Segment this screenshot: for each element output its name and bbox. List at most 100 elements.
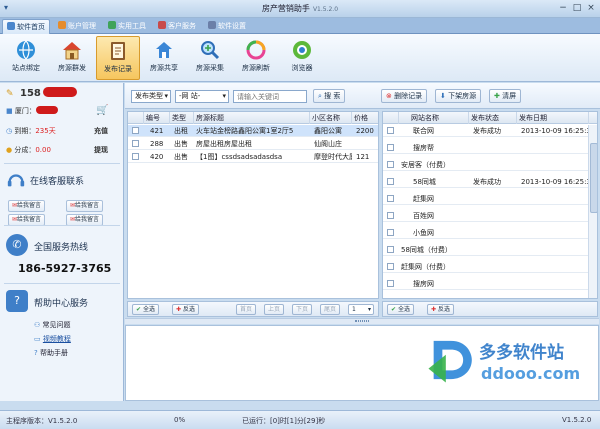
- button-label: 清屏: [502, 92, 517, 100]
- select-all-button[interactable]: ✔ 全选: [132, 304, 159, 315]
- table-row[interactable]: 百姓网: [383, 210, 589, 222]
- leave-message-button-1[interactable]: ✉给我留言: [8, 200, 46, 212]
- button-label: 给我留言: [17, 216, 42, 223]
- search-button[interactable]: ⌕ 搜 索: [313, 89, 346, 103]
- table-row[interactable]: 赶集网（付费）: [383, 261, 589, 273]
- header-checkbox[interactable]: [383, 112, 399, 124]
- store-redaction: [35, 106, 58, 114]
- column-publish-date[interactable]: 发布日期: [517, 112, 589, 124]
- help-manual-link[interactable]: ? 帮助手册: [34, 348, 68, 358]
- tree-icon: ⚇: [34, 321, 41, 329]
- site-watermark: 多多软件站 ddooo.com: [425, 328, 595, 396]
- row-checkbox[interactable]: [132, 153, 139, 160]
- last-page-button[interactable]: 尾页: [320, 304, 341, 315]
- column-site-name[interactable]: 网站名称: [399, 112, 469, 124]
- tab-settings[interactable]: 软件设置: [204, 19, 250, 34]
- tab-tools[interactable]: 实用工具: [104, 19, 150, 34]
- row-checkbox[interactable]: [387, 280, 394, 287]
- keyword-input[interactable]: [233, 90, 307, 103]
- table-row[interactable]: 安居客（付费）: [383, 159, 589, 171]
- next-page-button[interactable]: 下页: [292, 304, 313, 315]
- row-checkbox[interactable]: [132, 127, 139, 134]
- clear-screen-button[interactable]: ✚ 清屏: [489, 89, 522, 103]
- prev-page-button[interactable]: 上页: [264, 304, 285, 315]
- sites-select-all-button[interactable]: ✔ 全选: [387, 304, 414, 315]
- table-row[interactable]: 搜房帮: [383, 142, 589, 154]
- row-checkbox[interactable]: [132, 140, 139, 147]
- table-row[interactable]: 288 出售 房屋出租房屋出租 仙阁山庄: [128, 138, 378, 150]
- house-share-button[interactable]: 房源共享: [142, 36, 186, 80]
- table-row[interactable]: 赶集网: [383, 193, 589, 205]
- table-header: 编号 类型 房源标题 小区名称 价格: [128, 112, 378, 124]
- column-id[interactable]: 编号: [144, 112, 170, 124]
- withdraw-link[interactable]: 提现: [94, 145, 108, 155]
- row-checkbox[interactable]: [387, 161, 394, 168]
- leave-message-button-2[interactable]: ✉给我留言: [66, 200, 104, 212]
- row-checkbox[interactable]: [387, 229, 394, 236]
- row-checkbox[interactable]: [387, 195, 394, 202]
- row-checkbox[interactable]: [387, 263, 394, 270]
- table-row[interactable]: 58同城 发布成功 2013-10-09 16:25:3: [383, 176, 589, 188]
- browser-icon: [293, 41, 311, 59]
- column-title[interactable]: 房源标题: [194, 112, 310, 124]
- close-button[interactable]: ×: [584, 2, 598, 15]
- maximize-button[interactable]: □: [570, 2, 584, 15]
- column-price[interactable]: 价格: [352, 112, 378, 124]
- progress-percent: 0%: [174, 416, 186, 424]
- publish-record-button[interactable]: 发布记录: [96, 36, 140, 80]
- minimize-button[interactable]: −: [556, 2, 570, 15]
- vertical-scrollbar[interactable]: [588, 125, 597, 298]
- house-broadcast-icon: [63, 42, 81, 60]
- row-checkbox[interactable]: [387, 144, 394, 151]
- row-checkbox[interactable]: [387, 212, 394, 219]
- sites-invert-select-button[interactable]: ✚ 反选: [427, 304, 454, 315]
- house-refresh-button[interactable]: 房源刷新: [234, 36, 278, 80]
- house-collect-button[interactable]: 房源采集: [188, 36, 232, 80]
- site-name: 搜房网: [413, 280, 434, 288]
- row-checkbox[interactable]: [387, 246, 394, 253]
- delete-record-button[interactable]: ⊗ 删除记录: [381, 89, 428, 103]
- browser-button[interactable]: 浏览器: [280, 36, 324, 80]
- house-refresh-icon: [246, 40, 266, 60]
- site-bind-button[interactable]: 站点绑定: [4, 36, 48, 80]
- table-row[interactable]: 58同城（付费）: [383, 244, 589, 256]
- publish-status: 发布成功: [473, 127, 501, 135]
- column-community[interactable]: 小区名称: [310, 112, 352, 124]
- table-row[interactable]: 联合网 发布成功 2013-10-09 16:25:3: [383, 125, 589, 137]
- publish-type-select[interactable]: 发布类型 ▾: [131, 90, 171, 103]
- site-name: 搜房帮: [413, 144, 434, 152]
- site-name: 小鱼网: [413, 229, 434, 237]
- service-section: 在线客服联系 ✉给我留言 ✉给我留言 ✉给我留言 ✉给我留言: [4, 163, 120, 226]
- first-page-button[interactable]: 首页: [236, 304, 257, 315]
- invert-select-button[interactable]: ✚ 反选: [172, 304, 199, 315]
- tab-service[interactable]: 客户服务: [154, 19, 200, 34]
- publish-date: [519, 142, 589, 154]
- phone-redaction: [42, 87, 77, 97]
- panel-splitter[interactable]: [125, 318, 599, 324]
- scrollbar-thumb[interactable]: [590, 143, 597, 213]
- table-row[interactable]: 420 出售 【1图】cssdsadsadasdsa 摩登时代大厦 121: [128, 151, 378, 163]
- house-broadcast-button[interactable]: 房源群发: [50, 36, 94, 80]
- publish-status: [471, 244, 517, 256]
- faq-link[interactable]: ⚇ 常见问题: [34, 320, 71, 330]
- clear-icon: ✚: [494, 92, 500, 100]
- row-checkbox[interactable]: [387, 178, 394, 185]
- table-row[interactable]: 421 出租 火车站金榜路鑫阳公寓1室2厅5 鑫阳公寓 2200: [128, 125, 378, 137]
- publish-date: [519, 193, 589, 205]
- row-title: 【1图】cssdsadsadasdsa: [196, 153, 283, 161]
- site-select[interactable]: -网 站- ▾: [175, 90, 229, 103]
- account-tab-icon: [58, 21, 66, 29]
- tab-home[interactable]: 软件首页: [2, 19, 50, 34]
- row-checkbox[interactable]: [387, 127, 394, 134]
- table-row[interactable]: 搜房网: [383, 278, 589, 290]
- video-tutorial-link[interactable]: ▭ 视频教程: [34, 334, 71, 344]
- column-type[interactable]: 类型: [170, 112, 194, 124]
- page-select[interactable]: 1 ▾: [348, 304, 374, 315]
- tab-account[interactable]: 账户管理: [54, 19, 100, 34]
- site-name: 百姓网: [413, 212, 434, 220]
- takedown-button[interactable]: ⬇ 下架房源: [435, 89, 482, 103]
- recharge-link[interactable]: 充值: [94, 126, 108, 136]
- table-row[interactable]: 小鱼网: [383, 227, 589, 239]
- column-publish-status[interactable]: 发布状态: [469, 112, 517, 124]
- header-checkbox[interactable]: [128, 112, 144, 124]
